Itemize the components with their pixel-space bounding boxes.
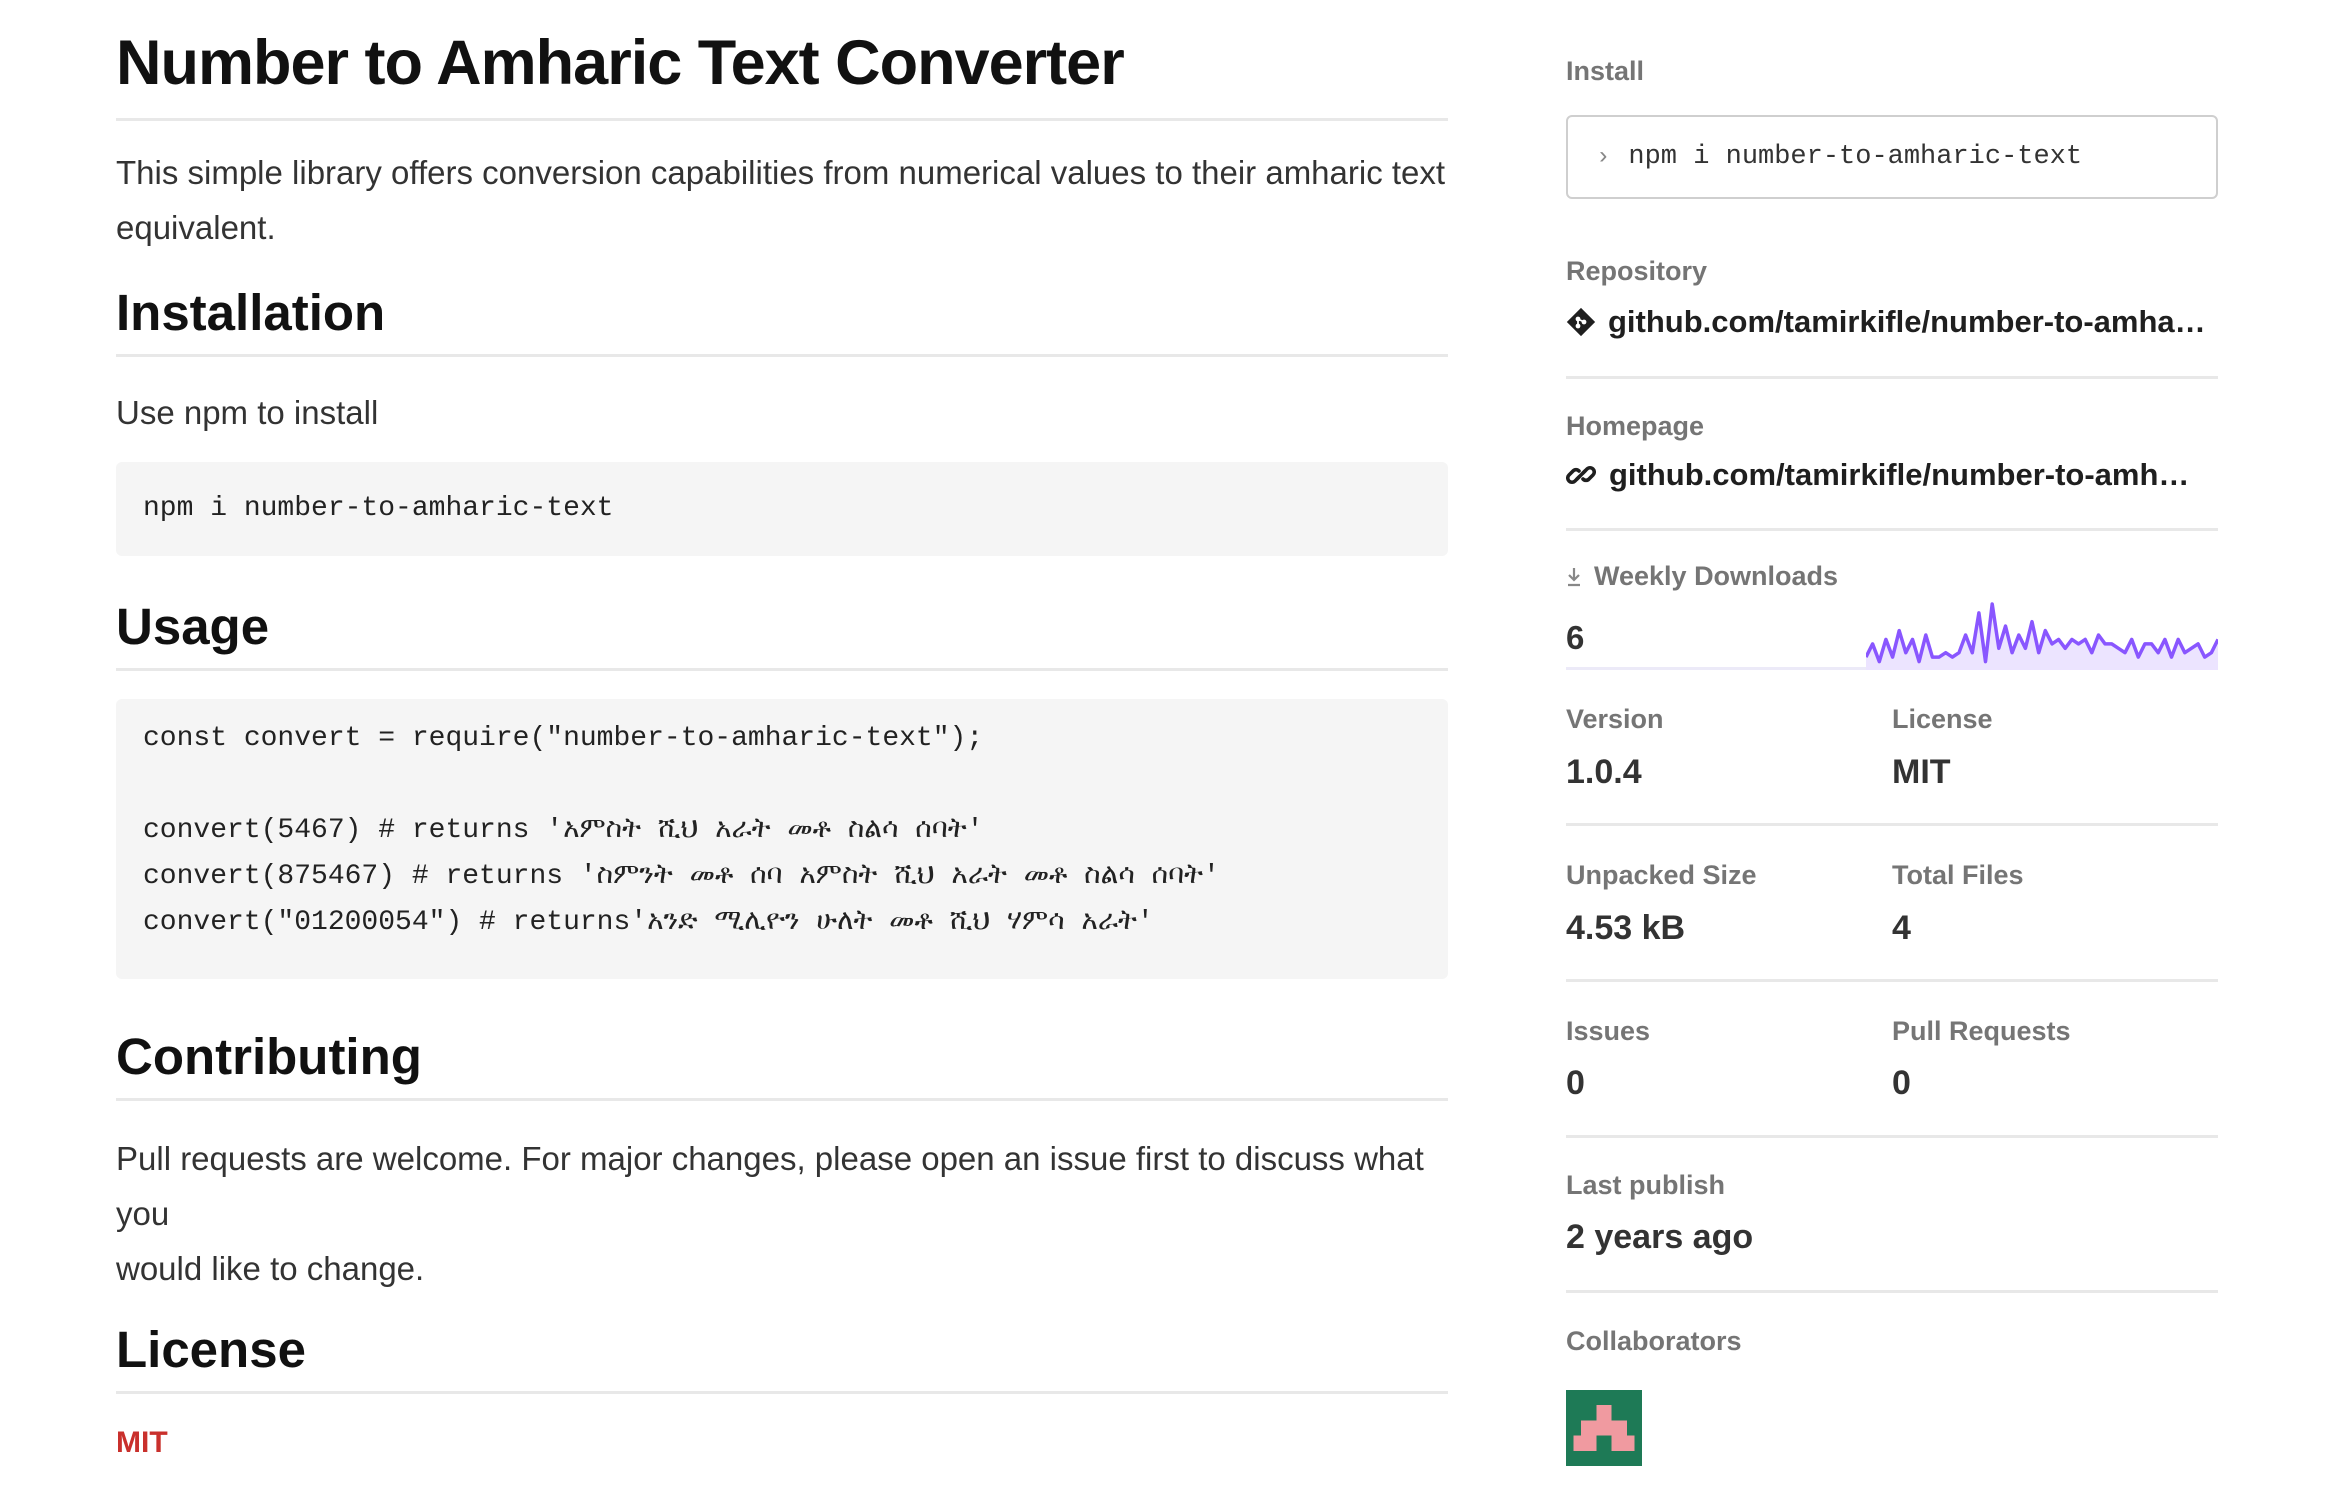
repository-link-row[interactable]: github.com/tamirkifle/number-to-amharic-…: [1566, 304, 2206, 340]
pull-requests-value[interactable]: 0: [1892, 1064, 1911, 1103]
license-link[interactable]: MIT: [116, 1426, 1448, 1460]
repository-link[interactable]: github.com/tamirkifle/number-to-amharic-…: [1608, 304, 2206, 340]
unpacked-size-label: Unpacked Size: [1566, 860, 1757, 890]
usage-code-line: const convert = require("number-to-amhar…: [143, 723, 984, 754]
installation-text: Use npm to install: [116, 394, 379, 431]
issues-label: Issues: [1566, 1016, 1651, 1046]
weekly-downloads-label: Weekly Downloads: [1594, 561, 1839, 591]
usage-code-line: convert(5467) # returns 'አምስት ሺህ አራት መቶ …: [143, 815, 984, 846]
weekly-downloads-count: 6: [1566, 619, 1585, 656]
collaborator-avatar[interactable]: [1566, 1390, 1642, 1466]
license-label: License: [1892, 704, 1993, 734]
install-command-box[interactable]: › npm i number-to-amharic-text: [1566, 115, 2218, 199]
version-value: 1.0.4: [1566, 753, 1642, 791]
usage-code-line: convert("01200054") # returns'አንድ ሚሊዮን ሁ…: [143, 907, 1154, 938]
page-title: Number to Amharic Text Converter: [116, 0, 1448, 121]
divider: [1566, 1135, 2218, 1138]
homepage-link[interactable]: github.com/tamirkifle/number-to-amharic-…: [1609, 457, 2206, 493]
sparkline-baseline: [1566, 667, 1866, 670]
contributing-heading: Contributing: [116, 1027, 1448, 1101]
readme: Number to Amharic Text Converter This si…: [116, 0, 1448, 1460]
git-icon: [1566, 307, 1596, 337]
download-icon: [1568, 567, 1580, 586]
divider: [1566, 1290, 2218, 1293]
divider: [1566, 979, 2218, 982]
usage-code-block[interactable]: const convert = require("number-to-amhar…: [116, 699, 1448, 979]
total-files-label: Total Files: [1892, 860, 2024, 890]
intro-text: This simple library offers conversion ca…: [116, 154, 1446, 191]
weekly-downloads-sparkline: [1866, 602, 2218, 670]
repository-label: Repository: [1566, 256, 1708, 286]
contributing-text-line2: would like to change.: [116, 1250, 425, 1287]
license-value: MIT: [1892, 753, 1951, 791]
terminal-prompt-icon: ›: [1596, 143, 1611, 171]
contributing-text: Pull requests are welcome. For major cha…: [116, 1140, 1424, 1232]
divider: [1566, 823, 2218, 826]
install-command: npm i number-to-amharic-text: [1628, 142, 2083, 172]
link-icon: [1566, 465, 1596, 485]
usage-heading: Usage: [116, 597, 1448, 671]
license-heading: License: [116, 1320, 1448, 1394]
last-publish-value: 2 years ago: [1566, 1218, 1754, 1256]
pull-requests-label: Pull Requests: [1892, 1016, 2071, 1046]
unpacked-size-value: 4.53 kB: [1566, 909, 1686, 947]
usage-code-line: convert(875467) # returns 'ስምንት መቶ ሰባ አም…: [143, 861, 1220, 892]
installation-code-block[interactable]: npm i number-to-amharic-text: [116, 462, 1448, 556]
installation-code: npm i number-to-amharic-text: [143, 493, 614, 524]
installation-heading: Installation: [116, 283, 1448, 357]
install-label: Install: [1566, 56, 1645, 86]
divider: [1566, 528, 2218, 531]
total-files-value: 4: [1892, 909, 1911, 947]
weekly-downloads-header: Weekly Downloads: [1566, 561, 1838, 592]
homepage-link-row[interactable]: github.com/tamirkifle/number-to-amharic-…: [1566, 457, 2206, 493]
divider: [1566, 376, 2218, 379]
intro-text-line2: equivalent.: [116, 209, 276, 246]
version-label: Version: [1566, 704, 1664, 734]
last-publish-label: Last publish: [1566, 1170, 1726, 1200]
collaborators-label: Collaborators: [1566, 1326, 1742, 1356]
homepage-label: Homepage: [1566, 411, 1705, 441]
issues-value[interactable]: 0: [1566, 1064, 1585, 1103]
